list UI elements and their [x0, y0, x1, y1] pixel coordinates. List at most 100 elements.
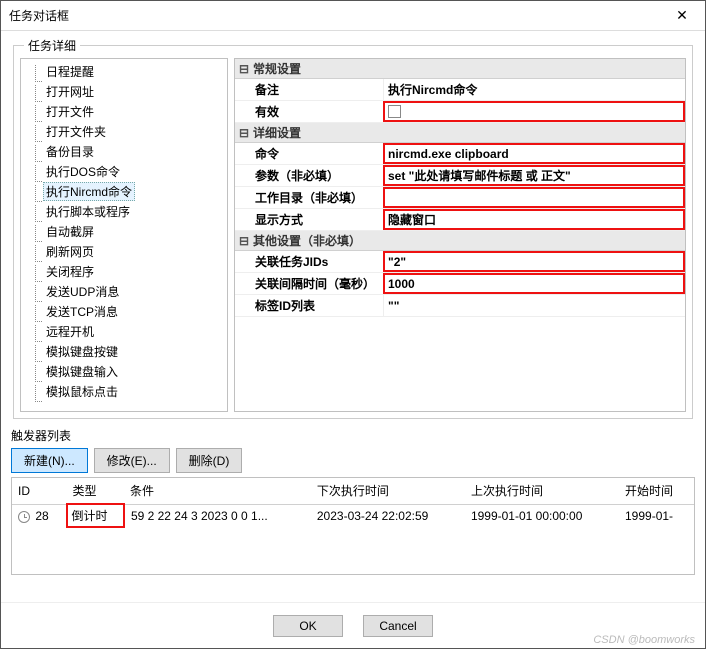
table-row[interactable]: 28倒计时59 2 22 24 3 2023 0 0 1...2023-03-2… — [12, 504, 694, 527]
task-type-tree[interactable]: 日程提醒打开网址打开文件打开文件夹备份目录执行DOS命令执行Nircmd命令执行… — [20, 58, 228, 412]
prop-value[interactable] — [383, 101, 685, 122]
table-header[interactable]: 开始时间 — [619, 478, 694, 504]
cell-condition: 59 2 22 24 3 2023 0 0 1... — [124, 504, 311, 527]
tree-item[interactable]: 执行Nircmd命令 — [25, 181, 227, 201]
table-header[interactable]: 类型 — [67, 478, 124, 504]
tree-item-label: 执行Nircmd命令 — [43, 182, 135, 201]
tree-item-label: 备份目录 — [43, 142, 97, 161]
cancel-button[interactable]: Cancel — [363, 615, 433, 637]
delete-trigger-button[interactable]: 删除(D) — [176, 448, 243, 473]
prop-row[interactable]: 参数（非必填）set "此处请填写邮件标题 或 正文" — [235, 165, 685, 187]
property-grid[interactable]: ⊟常规设置备注执行Nircmd命令有效⊟详细设置命令nircmd.exe cli… — [234, 58, 686, 412]
dialog-title: 任务对话框 — [9, 7, 667, 24]
tree-item-label: 自动截屏 — [43, 222, 97, 241]
table-header[interactable]: 上次执行时间 — [465, 478, 619, 504]
prop-value[interactable]: 1000 — [383, 273, 685, 294]
prop-section-header[interactable]: ⊟详细设置 — [235, 123, 685, 143]
tree-item[interactable]: 远程开机 — [25, 321, 227, 341]
prop-value[interactable]: 隐藏窗口 — [383, 209, 685, 230]
tree-item[interactable]: 发送UDP消息 — [25, 281, 227, 301]
tree-item[interactable]: 打开文件夹 — [25, 121, 227, 141]
prop-label: 关联间隔时间（毫秒） — [235, 273, 383, 294]
checkbox-icon[interactable] — [388, 105, 401, 118]
tree-item-label: 关闭程序 — [43, 262, 97, 281]
ok-button[interactable]: OK — [273, 615, 343, 637]
tree-item[interactable]: 日程提醒 — [25, 61, 227, 81]
prop-value[interactable] — [383, 187, 685, 208]
prop-label: 有效 — [235, 101, 383, 122]
close-icon[interactable]: ✕ — [667, 7, 697, 24]
prop-row[interactable]: 关联间隔时间（毫秒）1000 — [235, 273, 685, 295]
tree-item[interactable]: 关闭程序 — [25, 261, 227, 281]
prop-value[interactable]: set "此处请填写邮件标题 或 正文" — [383, 165, 685, 186]
task-details-group: 任务详细 日程提醒打开网址打开文件打开文件夹备份目录执行DOS命令执行Nircm… — [13, 37, 693, 419]
tree-item[interactable]: 发送TCP消息 — [25, 301, 227, 321]
trigger-area: 触发器列表 新建(N)... 修改(E)... 删除(D) ID类型条件下次执行… — [11, 427, 695, 575]
prop-row[interactable]: 关联任务JIDs"2" — [235, 251, 685, 273]
tree-item[interactable]: 打开网址 — [25, 81, 227, 101]
tree-item-label: 打开网址 — [43, 82, 97, 101]
task-details-legend: 任务详细 — [24, 37, 80, 54]
prop-section-title: 详细设置 — [253, 124, 301, 141]
titlebar: 任务对话框 ✕ — [1, 1, 705, 31]
tree-item[interactable]: 执行脚本或程序 — [25, 201, 227, 221]
content-area: 任务详细 日程提醒打开网址打开文件打开文件夹备份目录执行DOS命令执行Nircm… — [1, 31, 705, 602]
prop-label: 参数（非必填） — [235, 165, 383, 186]
table-header[interactable]: ID — [12, 478, 67, 504]
prop-row[interactable]: 显示方式隐藏窗口 — [235, 209, 685, 231]
collapse-icon[interactable]: ⊟ — [235, 62, 253, 76]
prop-row[interactable]: 有效 — [235, 101, 685, 123]
tree-item[interactable]: 执行DOS命令 — [25, 161, 227, 181]
cell-start-time: 1999-01- — [619, 504, 694, 527]
tree-item[interactable]: 刷新网页 — [25, 241, 227, 261]
prop-row[interactable]: 标签ID列表"" — [235, 295, 685, 317]
tree-item-label: 模拟鼠标点击 — [43, 382, 121, 401]
cell-id: 28 — [12, 504, 67, 527]
trigger-list-label: 触发器列表 — [11, 427, 695, 444]
trigger-table-wrap[interactable]: ID类型条件下次执行时间上次执行时间开始时间 28倒计时59 2 22 24 3… — [11, 477, 695, 575]
tree-item-label: 日程提醒 — [43, 62, 97, 81]
tree-item[interactable]: 备份目录 — [25, 141, 227, 161]
prop-value[interactable]: "" — [383, 295, 685, 316]
collapse-icon[interactable]: ⊟ — [235, 126, 253, 140]
prop-value[interactable]: 执行Nircmd命令 — [383, 79, 685, 100]
edit-trigger-button[interactable]: 修改(E)... — [94, 448, 170, 473]
tree-item-label: 打开文件 — [43, 102, 97, 121]
tree-item-label: 执行脚本或程序 — [43, 202, 133, 221]
tree-item-label: 发送UDP消息 — [43, 282, 122, 301]
tree-item-label: 发送TCP消息 — [43, 302, 121, 321]
tree-item[interactable]: 模拟键盘输入 — [25, 361, 227, 381]
prop-value[interactable]: "2" — [383, 251, 685, 272]
table-header[interactable]: 条件 — [124, 478, 311, 504]
prop-label: 标签ID列表 — [235, 295, 383, 316]
prop-section-header[interactable]: ⊟其他设置（非必填） — [235, 231, 685, 251]
tree-item-label: 打开文件夹 — [43, 122, 109, 141]
cell-next-time: 2023-03-24 22:02:59 — [311, 504, 465, 527]
clock-icon — [18, 511, 30, 523]
prop-section-header[interactable]: ⊟常规设置 — [235, 59, 685, 79]
prop-row[interactable]: 备注执行Nircmd命令 — [235, 79, 685, 101]
table-header[interactable]: 下次执行时间 — [311, 478, 465, 504]
tree-item-label: 刷新网页 — [43, 242, 97, 261]
prop-section-title: 其他设置（非必填） — [253, 232, 361, 249]
prop-label: 命令 — [235, 143, 383, 164]
prop-label: 显示方式 — [235, 209, 383, 230]
tree-item[interactable]: 模拟鼠标点击 — [25, 381, 227, 401]
tree-item[interactable]: 打开文件 — [25, 101, 227, 121]
prop-row[interactable]: 命令nircmd.exe clipboard — [235, 143, 685, 165]
cell-type: 倒计时 — [67, 504, 124, 527]
tree-item-label: 模拟键盘按键 — [43, 342, 121, 361]
new-trigger-button[interactable]: 新建(N)... — [11, 448, 88, 473]
prop-value[interactable]: nircmd.exe clipboard — [383, 143, 685, 164]
prop-row[interactable]: 工作目录（非必填） — [235, 187, 685, 209]
prop-section-title: 常规设置 — [253, 60, 301, 77]
prop-label: 关联任务JIDs — [235, 251, 383, 272]
tree-item[interactable]: 模拟键盘按键 — [25, 341, 227, 361]
dialog-footer: OK Cancel — [1, 602, 705, 648]
tree-item[interactable]: 自动截屏 — [25, 221, 227, 241]
collapse-icon[interactable]: ⊟ — [235, 234, 253, 248]
task-dialog: 任务对话框 ✕ 任务详细 日程提醒打开网址打开文件打开文件夹备份目录执行DOS命… — [0, 0, 706, 649]
trigger-toolbar: 新建(N)... 修改(E)... 删除(D) — [11, 448, 695, 473]
tree-item-label: 模拟键盘输入 — [43, 362, 121, 381]
prop-label: 工作目录（非必填） — [235, 187, 383, 208]
